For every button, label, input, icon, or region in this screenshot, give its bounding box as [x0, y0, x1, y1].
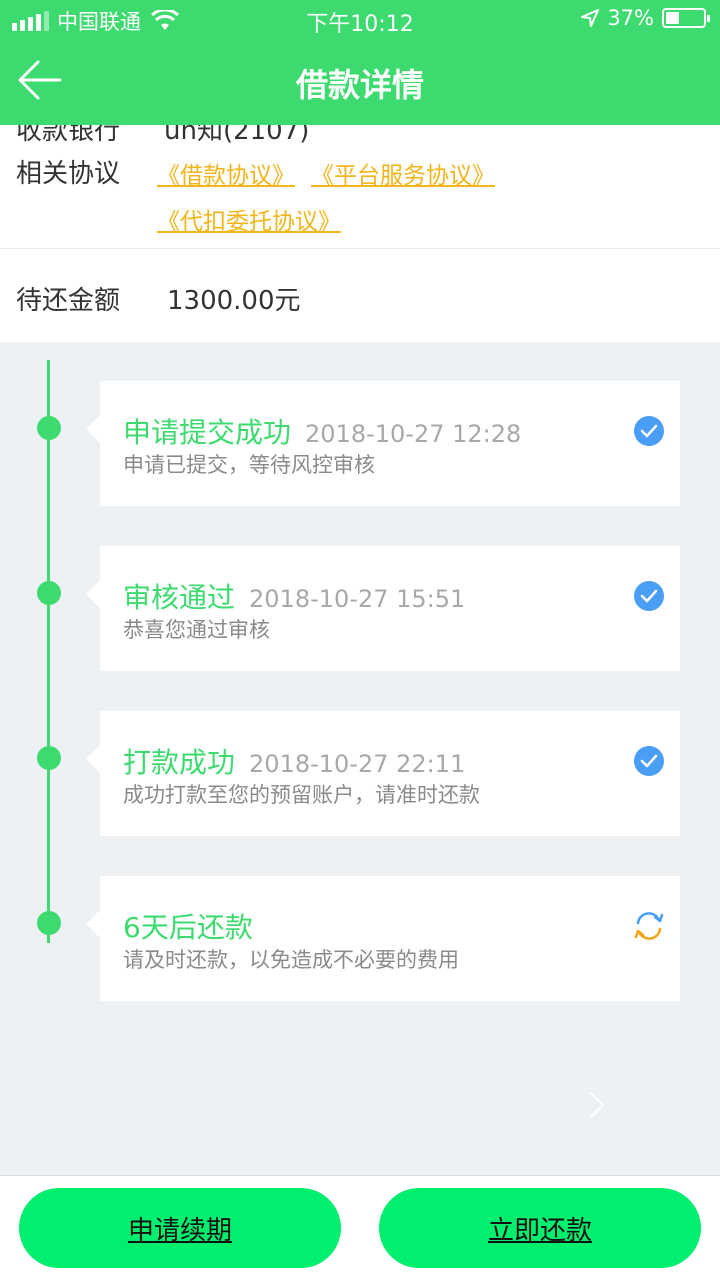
timeline-card-approved: 审核通过 2018-10-27 15:51 恭喜您通过审核: [86, 546, 680, 671]
location-icon: [581, 9, 600, 27]
timeline-dot: [37, 911, 61, 935]
timeline-card-submitted: 申请提交成功 2018-10-27 12:28 申请已提交，等待风控审核: [86, 381, 680, 506]
apply-renewal-button[interactable]: 申请续期: [19, 1188, 341, 1268]
agreements-label: 相关协议: [16, 159, 121, 189]
card-description: 成功打款至您的预留账户，请准时还款: [123, 783, 480, 807]
card-title: 6天后还款: [123, 911, 253, 944]
amount-label: 待还金额: [16, 286, 121, 316]
chevron-right-icon: [590, 1092, 604, 1118]
card-description: 恭喜您通过审核: [123, 618, 270, 642]
battery-percent: 37%: [607, 6, 654, 30]
card-title: 申请提交成功: [123, 416, 292, 449]
card-time: 2018-10-27 22:11: [249, 750, 466, 778]
withholding-agreement-link[interactable]: 《代扣委托协议》: [157, 202, 341, 236]
check-circle-icon: [634, 746, 664, 776]
battery-level: [666, 12, 679, 24]
card-title: 打款成功: [123, 746, 236, 779]
nav-bar: 借款详情: [0, 40, 720, 125]
card-description: 申请已提交，等待风控审核: [123, 453, 375, 477]
card-title: 审核通过: [123, 581, 236, 614]
timeline: 申请提交成功 2018-10-27 12:28 申请已提交，等待风控审核 审核通过…: [0, 342, 720, 1175]
check-circle-icon: [634, 416, 664, 446]
battery-icon: [662, 8, 710, 28]
timeline-line: [47, 360, 50, 943]
divider: [0, 248, 720, 249]
timeline-card-repay-due: 6天后还款 请及时还款，以免造成不必要的费用: [86, 876, 680, 1001]
amount-value: 1300.00元: [167, 286, 301, 316]
timeline-dot: [37, 746, 61, 770]
app-header: 中国联通 下午10:12 37% 借款详情: [0, 0, 720, 125]
bottom-action-bar: 申请续期 立即还款: [0, 1175, 720, 1280]
repay-now-button[interactable]: 立即还款: [379, 1188, 701, 1268]
card-description: 请及时还款，以免造成不必要的费用: [123, 948, 459, 972]
check-circle-icon: [634, 581, 664, 611]
page-title: 借款详情: [295, 66, 424, 104]
timeline-card-disbursed: 打款成功 2018-10-27 22:11 成功打款至您的预留账户，请准时还款: [86, 711, 680, 836]
platform-service-agreement-link[interactable]: 《平台服务协议》: [311, 156, 495, 190]
status-bar: 中国联通 下午10:12 37%: [0, 0, 720, 40]
card-time: 2018-10-27 12:28: [305, 420, 522, 448]
refresh-icon: [634, 912, 664, 940]
timeline-dot: [37, 581, 61, 605]
card-time: 2018-10-27 15:51: [249, 585, 466, 613]
timeline-dot: [37, 416, 61, 440]
loan-agreement-link[interactable]: 《借款协议》: [157, 156, 295, 190]
